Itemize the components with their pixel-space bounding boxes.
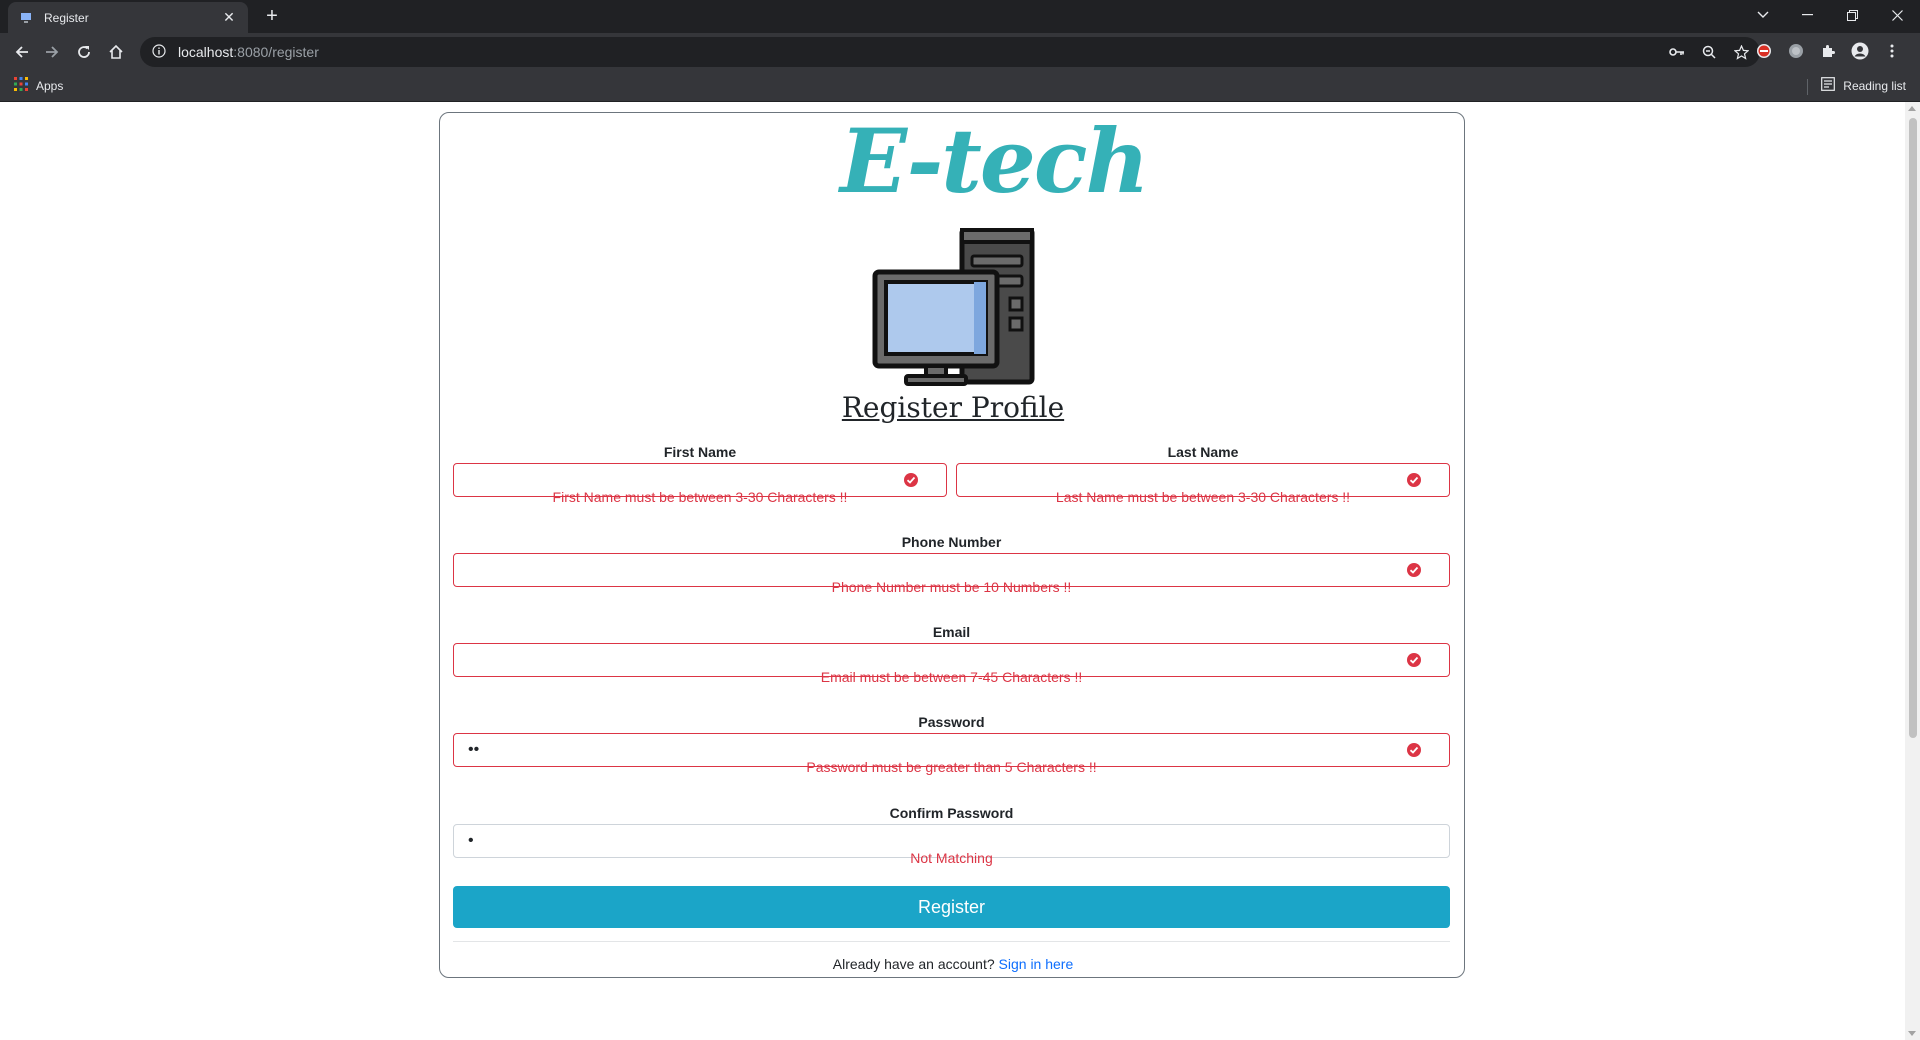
plus-icon[interactable]: + xyxy=(260,5,284,29)
restore-icon[interactable] xyxy=(1830,0,1875,30)
extension-icons xyxy=(1755,42,1901,60)
minimize-icon[interactable] xyxy=(1785,0,1830,30)
window-close-icon[interactable] xyxy=(1875,0,1920,30)
scroll-down-arrow[interactable] xyxy=(1908,1031,1916,1036)
error-circle-icon xyxy=(1406,472,1422,488)
omnibox-actions xyxy=(1668,43,1750,61)
email-label: Email xyxy=(932,624,971,640)
scroll-up-arrow[interactable] xyxy=(1908,106,1916,111)
password-label: Password xyxy=(918,714,985,730)
reading-list-button[interactable]: Reading list xyxy=(1821,77,1906,94)
bookmark-apps[interactable]: Apps xyxy=(14,77,63,94)
bookmarks-divider xyxy=(1807,79,1808,95)
error-circle-icon xyxy=(1406,742,1422,758)
reload-icon[interactable] xyxy=(70,38,98,66)
error-circle-icon xyxy=(1406,562,1422,578)
register-card: E-tech Register Profile First Name First… xyxy=(439,109,1466,978)
page-viewport: E-tech Register Profile First Name First… xyxy=(0,102,1905,1040)
extension-icon[interactable] xyxy=(1819,42,1837,60)
page-scrollbar[interactable] xyxy=(1905,102,1920,1040)
email-error: Email must be between 7-45 Characters !! xyxy=(820,669,1083,685)
profile-icon[interactable] xyxy=(1851,42,1869,60)
block-extension-icon[interactable] xyxy=(1755,42,1773,60)
first-name-label: First Name xyxy=(663,444,737,460)
back-arrow-icon[interactable] xyxy=(8,38,36,66)
desktop-computer-icon xyxy=(870,227,1035,388)
address-bar[interactable]: localhost :8080/register xyxy=(140,37,1760,67)
confirm-password-error: Not Matching xyxy=(910,850,993,866)
error-circle-icon xyxy=(903,472,919,488)
key-icon[interactable] xyxy=(1668,43,1686,61)
reading-list-label: Reading list xyxy=(1843,78,1906,93)
signin-prompt: Already have an account? Sign in here xyxy=(440,956,1466,972)
window-controls xyxy=(1740,0,1920,30)
circle-extension-icon[interactable] xyxy=(1787,42,1805,60)
bookmarks-bar: Apps Reading list xyxy=(0,71,1920,102)
first-name-error: First Name must be between 3-30 Characte… xyxy=(552,489,848,505)
register-button[interactable]: Register xyxy=(453,886,1450,928)
home-icon[interactable] xyxy=(102,38,130,66)
star-icon[interactable] xyxy=(1732,43,1750,61)
phone-error: Phone Number must be 10 Numbers !! xyxy=(831,579,1072,595)
sign-in-link[interactable]: Sign in here xyxy=(999,956,1074,972)
last-name-error: Last Name must be between 3-30 Character… xyxy=(1055,489,1351,505)
chevron-down-icon[interactable] xyxy=(1740,0,1785,30)
scroll-thumb[interactable] xyxy=(1909,118,1917,738)
confirm-password-label: Confirm Password xyxy=(889,805,1014,821)
etech-logo: E-tech xyxy=(840,109,1147,213)
url-host: localhost xyxy=(178,44,234,60)
bookmark-apps-label: Apps xyxy=(36,78,64,93)
reading-list-icon xyxy=(1821,77,1836,94)
close-icon[interactable]: ✕ xyxy=(220,9,238,26)
signin-prompt-text: Already have an account? xyxy=(832,956,995,972)
error-circle-icon xyxy=(1406,652,1422,668)
last-name-label: Last Name xyxy=(1167,444,1239,460)
tab-register[interactable]: Register ✕ xyxy=(8,2,248,33)
page-title: Register Profile xyxy=(841,391,1065,424)
divider xyxy=(453,941,1450,942)
logo-text: E-tech xyxy=(840,109,1148,213)
forward-arrow-icon[interactable] xyxy=(38,38,66,66)
phone-label: Phone Number xyxy=(901,534,1002,550)
menu-icon[interactable] xyxy=(1883,42,1901,60)
zoom-icon[interactable] xyxy=(1700,43,1718,61)
browser-toolbar: localhost :8080/register xyxy=(0,33,1920,71)
tab-title: Register xyxy=(44,10,89,25)
tab-bar: Register ✕ + xyxy=(0,0,1920,33)
info-icon[interactable] xyxy=(152,44,168,60)
apps-grid-icon xyxy=(14,77,28,94)
favicon-icon xyxy=(18,10,34,26)
password-error: Password must be greater than 5 Characte… xyxy=(806,759,1097,775)
url-path: :8080/register xyxy=(233,44,319,60)
